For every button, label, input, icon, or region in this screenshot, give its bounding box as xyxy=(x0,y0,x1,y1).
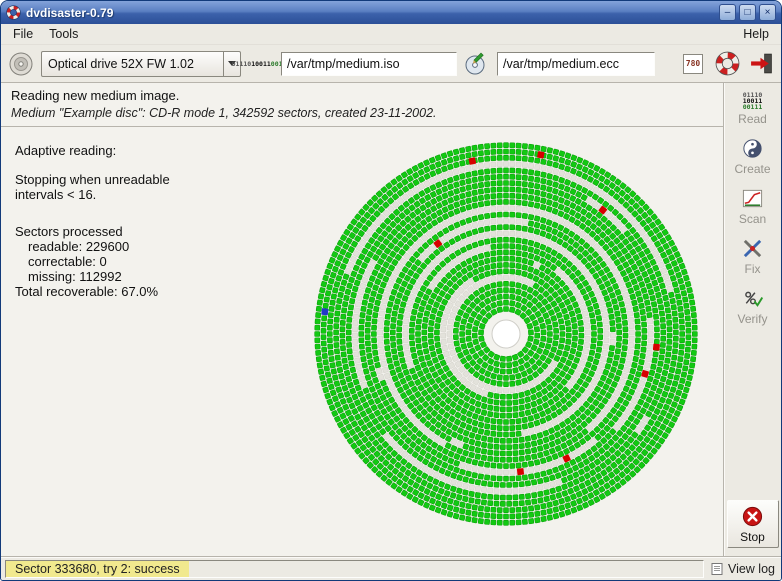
status-message: Sector 333680, try 2: success xyxy=(6,561,189,577)
read-icon: 01110 10011 00111 xyxy=(728,92,778,110)
preferences-button[interactable]: 780 xyxy=(679,50,707,78)
stop-condition-line1: Stopping when unreadable xyxy=(15,172,170,187)
total-recoverable: Total recoverable: 67.0% xyxy=(15,284,170,299)
adaptive-reading-heading: Adaptive reading: xyxy=(15,143,170,158)
yin-yang-icon xyxy=(741,137,764,160)
menu-file[interactable]: File xyxy=(5,25,41,43)
sectors-processed-heading: Sectors processed xyxy=(15,224,170,239)
action-sidebar: 01110 10011 00111 Read Create xyxy=(723,83,781,556)
fix-button[interactable]: Fix xyxy=(728,234,778,278)
scan-button[interactable]: Scan xyxy=(728,184,778,228)
headline-action: Reading new medium image. xyxy=(11,88,713,103)
verify-button[interactable]: Verify xyxy=(728,284,778,328)
maximize-button[interactable]: □ xyxy=(739,4,756,21)
read-button[interactable]: 01110 10011 00111 Read xyxy=(728,89,778,128)
toolbar: Optical drive 52X FW 1.02 01110 10011 00… xyxy=(1,45,781,83)
lifebelt-icon xyxy=(715,51,740,76)
drive-icon xyxy=(8,51,34,77)
status-message-frame: Sector 333680, try 2: success xyxy=(5,560,704,578)
image-file-icon: 01110 10011 00111 xyxy=(247,50,275,78)
readable-count: readable: 229600 xyxy=(15,239,170,254)
stop-label: Stop xyxy=(740,530,765,544)
app-window: dvdisaster-0.79 – □ × File Tools Help Op… xyxy=(0,0,782,581)
disc-spiral-svg xyxy=(306,134,706,534)
menu-help[interactable]: Help xyxy=(735,25,777,43)
ecc-path-input[interactable] xyxy=(497,52,655,76)
stop-condition-line2: intervals < 16. xyxy=(15,187,170,202)
fix-label: Fix xyxy=(745,262,761,276)
reading-info: Adaptive reading: Stopping when unreadab… xyxy=(15,143,170,299)
fix-tools-icon xyxy=(741,237,764,260)
help-button[interactable] xyxy=(713,50,741,78)
scan-chart-icon xyxy=(741,187,764,210)
quit-button[interactable] xyxy=(747,50,775,78)
preferences-icon: 780 xyxy=(683,54,703,74)
titlebar[interactable]: dvdisaster-0.79 – □ × xyxy=(1,1,781,24)
sector-spiral-visualization xyxy=(306,134,706,534)
app-icon xyxy=(6,5,21,20)
menu-tools[interactable]: Tools xyxy=(41,25,86,43)
verify-icon xyxy=(741,287,764,310)
close-button[interactable]: × xyxy=(759,4,776,21)
reading-panel: Adaptive reading: Stopping when unreadab… xyxy=(1,127,723,556)
statusbar: Sector 333680, try 2: success View log xyxy=(1,556,781,580)
status-headline: Reading new medium image. Medium "Exampl… xyxy=(1,83,723,127)
stop-button[interactable]: Stop xyxy=(727,500,779,548)
scan-label: Scan xyxy=(739,212,766,226)
missing-count: missing: 112992 xyxy=(15,269,170,284)
read-label: Read xyxy=(738,112,767,126)
create-button[interactable]: Create xyxy=(728,134,778,178)
window-title: dvdisaster-0.79 xyxy=(26,6,113,20)
log-page-icon xyxy=(710,562,724,576)
menubar: File Tools Help xyxy=(1,24,781,45)
stop-icon xyxy=(741,505,764,528)
verify-label: Verify xyxy=(737,312,767,326)
quit-icon xyxy=(749,51,774,76)
iso-path-input[interactable] xyxy=(281,52,457,76)
headline-medium-info: Medium "Example disc": CD-R mode 1, 3425… xyxy=(11,106,713,120)
drive-select-button[interactable] xyxy=(7,50,35,78)
correctable-count: correctable: 0 xyxy=(15,254,170,269)
minimize-button[interactable]: – xyxy=(719,4,736,21)
drive-select-combo[interactable]: Optical drive 52X FW 1.02 xyxy=(41,51,241,77)
view-log-button[interactable]: View log xyxy=(710,562,777,576)
view-log-label: View log xyxy=(728,562,775,576)
drive-select-value: Optical drive 52X FW 1.02 xyxy=(42,57,223,71)
create-label: Create xyxy=(734,162,770,176)
ecc-file-icon xyxy=(463,50,491,78)
